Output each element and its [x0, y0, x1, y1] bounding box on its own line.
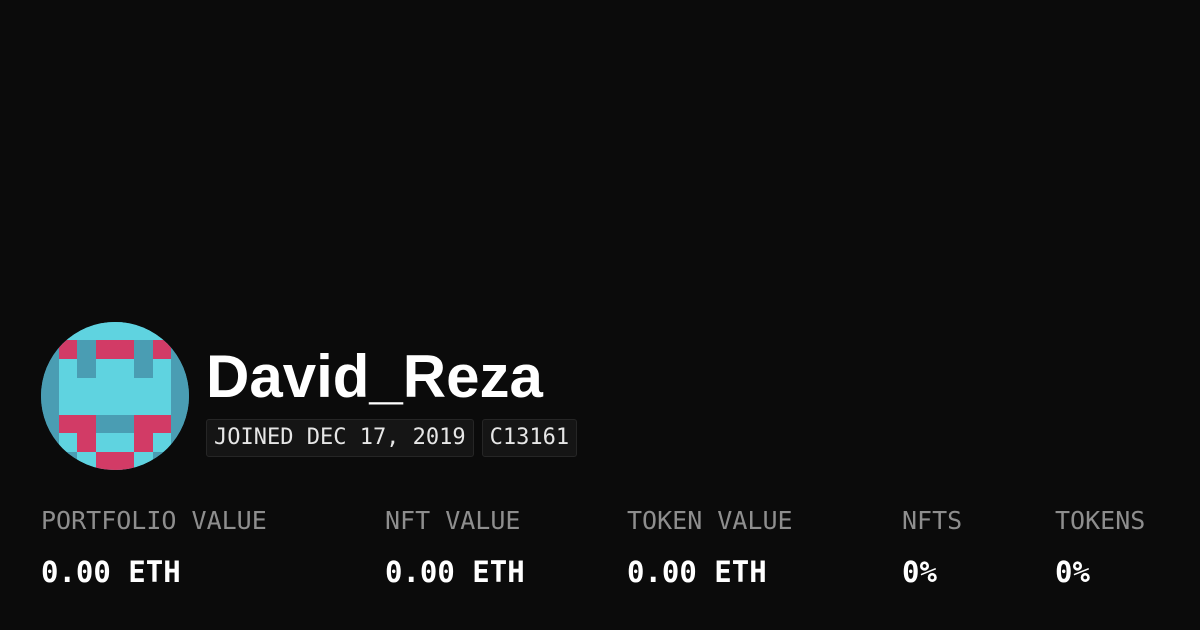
stat-label: TOKEN VALUE — [627, 506, 793, 535]
profile-badges: JOINED DEC 17, 2019 C13161 — [206, 419, 578, 457]
stat-label: NFTS — [902, 506, 963, 535]
profile-card: David_Reza JOINED DEC 17, 2019 C13161 PO… — [0, 0, 1200, 630]
stat-value: 0.00 ETH — [385, 555, 525, 589]
pixel-identicon-icon — [41, 322, 189, 470]
stat-label: PORTFOLIO VALUE — [41, 506, 267, 535]
stat-token-value: TOKEN VALUE 0.00 ETH — [627, 505, 793, 590]
stat-tokens: TOKENS 0% — [1055, 505, 1145, 590]
id-badge: C13161 — [481, 419, 578, 457]
joined-date-badge: JOINED DEC 17, 2019 — [206, 419, 474, 457]
stat-value: 0.00 ETH — [41, 555, 181, 589]
stat-value: 0.00 ETH — [627, 555, 767, 589]
stat-label: NFT VALUE — [385, 506, 521, 535]
avatar — [41, 322, 189, 470]
stat-value: 0% — [1055, 555, 1090, 589]
stat-value: 0% — [902, 555, 937, 589]
stat-nft-value: NFT VALUE 0.00 ETH — [385, 505, 525, 590]
stat-portfolio-value: PORTFOLIO VALUE 0.00 ETH — [41, 505, 267, 590]
username: David_Reza — [206, 343, 543, 410]
stat-label: TOKENS — [1055, 506, 1146, 535]
stat-nfts: NFTS 0% — [902, 505, 962, 590]
